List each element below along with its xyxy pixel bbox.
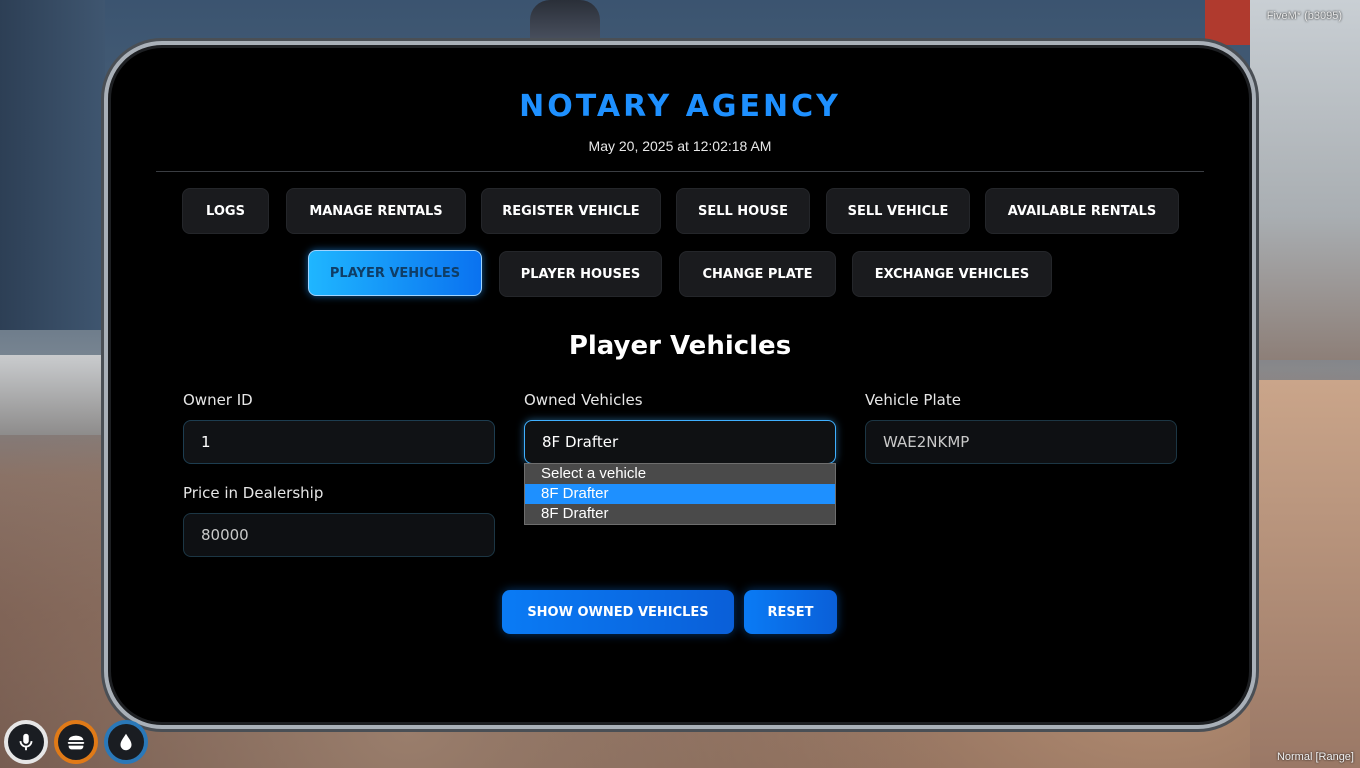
price-label: Price in Dealership: [183, 484, 324, 502]
status-hud: [4, 720, 148, 764]
owned-vehicles-label: Owned Vehicles: [524, 391, 643, 409]
tab-register-vehicle[interactable]: REGISTER VEHICLE: [481, 188, 661, 234]
tab-change-plate[interactable]: CHANGE PLATE: [679, 251, 836, 297]
tab-player-vehicles[interactable]: PLAYER VEHICLES: [308, 250, 482, 296]
owned-vehicles-select[interactable]: 8F Drafter: [524, 420, 836, 464]
tab-logs[interactable]: LOGS: [182, 188, 269, 234]
dropdown-option[interactable]: 8F Drafter: [525, 504, 835, 524]
background-tower: [530, 0, 600, 42]
header-divider: [156, 171, 1204, 172]
voice-range-label: Normal [Range]: [1276, 751, 1354, 763]
tab-exchange-vehicles[interactable]: EXCHANGE VEHICLES: [852, 251, 1052, 297]
vehicle-plate-label: Vehicle Plate: [865, 391, 961, 409]
client-version-label: FiveM* (b3095): [1266, 10, 1342, 22]
price-field[interactable]: 80000: [183, 513, 495, 557]
dropdown-option[interactable]: Select a vehicle: [525, 464, 835, 484]
owner-id-input[interactable]: 1: [183, 420, 495, 464]
tab-manage-rentals[interactable]: MANAGE RENTALS: [286, 188, 466, 234]
background-building-right: [1250, 0, 1360, 360]
tab-sell-house[interactable]: SELL HOUSE: [676, 188, 810, 234]
vehicle-plate-field[interactable]: WAE2NKMP: [865, 420, 1177, 464]
notary-tablet: NOTARY AGENCY May 20, 2025 at 12:02:18 A…: [104, 41, 1256, 729]
background-truck: [0, 355, 105, 435]
section-title: Player Vehicles: [568, 331, 792, 361]
show-owned-vehicles-button[interactable]: SHOW OWNED VEHICLES: [502, 590, 734, 634]
current-datetime: May 20, 2025 at 12:02:18 AM: [588, 138, 772, 154]
page-title: NOTARY AGENCY: [519, 89, 841, 124]
tab-sell-vehicle[interactable]: SELL VEHICLE: [826, 188, 970, 234]
tab-available-rentals[interactable]: AVAILABLE RENTALS: [985, 188, 1179, 234]
water-drop-icon: [104, 720, 148, 764]
background-building-left: [0, 0, 105, 330]
burger-icon: [54, 720, 98, 764]
reset-button[interactable]: RESET: [744, 590, 837, 634]
microphone-icon: [4, 720, 48, 764]
owned-vehicles-dropdown: Select a vehicle 8F Drafter 8F Drafter: [524, 463, 836, 525]
owner-id-label: Owner ID: [183, 391, 253, 409]
background-road: [1250, 380, 1360, 768]
tab-player-houses[interactable]: PLAYER HOUSES: [499, 251, 662, 297]
dropdown-option[interactable]: 8F Drafter: [525, 484, 835, 504]
